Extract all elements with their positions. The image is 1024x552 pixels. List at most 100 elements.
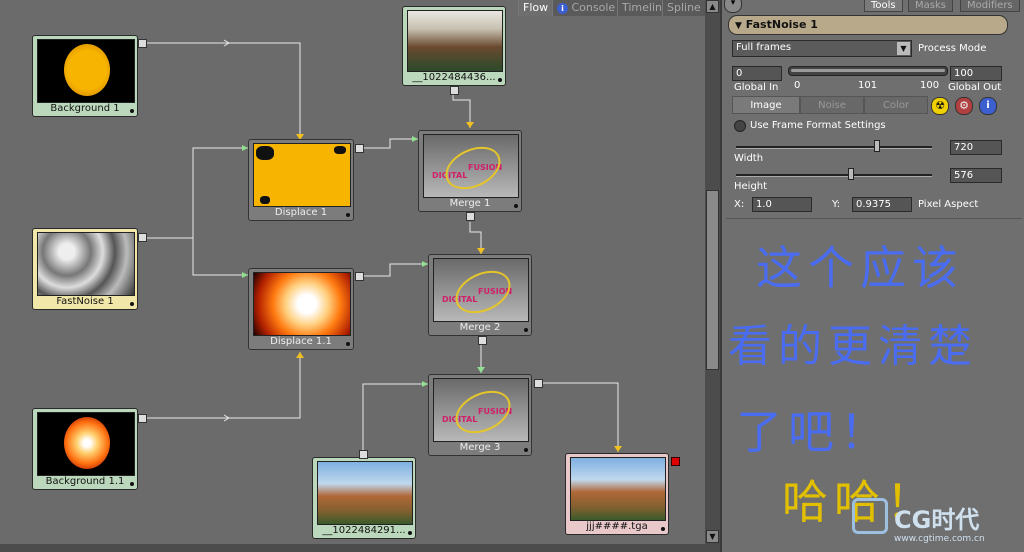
tab-console[interactable]: i Console xyxy=(552,0,620,16)
node-merge-1[interactable]: DIGITAL FUSION Merge 1 xyxy=(418,130,522,212)
height-slider[interactable] xyxy=(736,174,932,177)
node-thumbnail: DIGITAL FUSION xyxy=(433,258,529,322)
output-port[interactable] xyxy=(355,272,364,281)
saver-flag-icon xyxy=(671,457,680,466)
output-port[interactable] xyxy=(138,414,147,423)
aspect-y-field[interactable]: 0.9375 xyxy=(852,197,912,212)
node-thumbnail xyxy=(37,412,135,476)
process-mode-select[interactable]: Full frames ▼ xyxy=(732,40,912,57)
flow-view[interactable]: Flow i Console Timeline Spline Backgroun… xyxy=(0,0,705,544)
height-label: Height xyxy=(734,181,768,192)
tool-header[interactable]: ▼ FastNoise 1 xyxy=(728,15,1008,35)
node-displace-1-1[interactable]: Displace 1.1 xyxy=(248,268,354,350)
tool-name: FastNoise 1 xyxy=(745,18,818,31)
node-thumbnail: DIGITAL FUSION xyxy=(433,378,529,442)
node-thumbnail xyxy=(37,39,135,103)
output-port[interactable] xyxy=(450,86,459,95)
output-port[interactable] xyxy=(478,336,487,345)
output-dot xyxy=(498,78,502,82)
node-saver[interactable]: jjj####.tga xyxy=(565,453,669,535)
node-merge-2[interactable]: DIGITAL FUSION Merge 2 xyxy=(428,254,532,336)
node-label: Background 1.1 xyxy=(45,476,125,487)
x-label: X: xyxy=(734,199,745,210)
handwritten-note-line-3: 了吧！ xyxy=(736,405,892,459)
node-thumbnail xyxy=(570,457,666,521)
tab-color[interactable]: Color xyxy=(864,96,928,114)
output-dot xyxy=(514,204,518,208)
global-in-field[interactable]: 0 xyxy=(732,66,782,81)
output-port[interactable] xyxy=(534,379,543,388)
node-thumbnail xyxy=(407,10,503,72)
node-label: Merge 3 xyxy=(459,442,501,453)
flow-vertical-scrollbar[interactable]: ▲ ▼ xyxy=(705,0,720,544)
output-dot xyxy=(524,448,528,452)
node-label: Displace 1 xyxy=(274,207,328,218)
output-port[interactable] xyxy=(359,450,368,459)
tab-noise[interactable]: Noise xyxy=(800,96,864,114)
output-dot xyxy=(408,531,412,535)
node-thumbnail xyxy=(253,143,351,207)
node-thumbnail xyxy=(37,232,135,296)
node-label: Merge 2 xyxy=(459,322,501,333)
node-thumbnail: DIGITAL FUSION xyxy=(423,134,519,198)
output-port[interactable] xyxy=(138,233,147,242)
radioactive-icon[interactable]: ☢ xyxy=(931,97,949,115)
node-loader-bottom[interactable]: __1022484291... xyxy=(312,457,416,539)
output-dot xyxy=(346,342,350,346)
global-range-slider[interactable] xyxy=(788,66,948,76)
output-dot xyxy=(130,302,134,306)
node-background-1-1[interactable]: Background 1.1 xyxy=(32,408,138,490)
handwritten-note-line-2: 看的更清楚 xyxy=(728,321,978,372)
node-label: __1022484436... xyxy=(412,72,496,83)
node-label: __1022484291... xyxy=(322,525,406,536)
info-icon: i xyxy=(557,3,568,14)
node-displace-1[interactable]: Displace 1 xyxy=(248,139,354,221)
watermark-url: www.cgtime.com.cn xyxy=(894,534,985,544)
scroll-thumb[interactable] xyxy=(706,190,719,370)
scroll-down-button[interactable]: ▼ xyxy=(706,530,719,543)
global-in-label: Global In xyxy=(734,82,779,93)
info-icon[interactable]: i xyxy=(979,97,997,115)
output-port[interactable] xyxy=(355,144,364,153)
node-fastnoise-1[interactable]: FastNoise 1 xyxy=(32,228,138,310)
pixel-aspect-label: Pixel Aspect xyxy=(918,199,979,210)
tab-image[interactable]: Image xyxy=(732,96,800,114)
ruler-start: 0 xyxy=(794,80,801,91)
width-slider-knob[interactable] xyxy=(874,140,880,152)
process-mode-value: Full frames xyxy=(736,42,792,53)
use-frame-format-checkbox[interactable] xyxy=(734,120,746,132)
tab-modifiers[interactable]: Modifiers xyxy=(960,0,1020,12)
aspect-x-field[interactable]: 1.0 xyxy=(752,197,812,212)
height-slider-knob[interactable] xyxy=(848,168,854,180)
tab-tools[interactable]: Tools xyxy=(864,0,903,12)
tab-flow[interactable]: Flow xyxy=(518,0,553,16)
width-slider[interactable] xyxy=(736,146,932,149)
output-dot xyxy=(130,482,134,486)
flow-horizontal-scrollbar[interactable] xyxy=(0,544,720,552)
node-label: jjj####.tga xyxy=(586,521,648,532)
node-label: FastNoise 1 xyxy=(56,296,114,307)
node-background-1[interactable]: Background 1 xyxy=(32,35,138,117)
panel-divider xyxy=(726,218,1022,219)
gear-icon[interactable]: ⚙ xyxy=(955,97,973,115)
output-dot xyxy=(130,109,134,113)
node-merge-3[interactable]: DIGITAL FUSION Merge 3 xyxy=(428,374,532,456)
tab-masks[interactable]: Masks xyxy=(908,0,953,12)
output-port[interactable] xyxy=(466,212,475,221)
dropdown-arrow-icon[interactable]: ▼ xyxy=(897,42,910,55)
global-out-field[interactable]: 100 xyxy=(950,66,1002,81)
global-out-label: Global Out xyxy=(948,82,1002,93)
use-frame-format-label: Use Frame Format Settings xyxy=(750,120,886,131)
width-field[interactable]: 720 xyxy=(950,140,1002,155)
node-loader-top[interactable]: __1022484436... xyxy=(402,6,506,86)
collapse-triangle-icon: ▼ xyxy=(735,21,742,31)
scroll-up-button[interactable]: ▲ xyxy=(706,0,719,13)
tools-panel: ▾ Tools Masks Modifiers ▼ FastNoise 1 Fu… xyxy=(720,0,1024,552)
output-port[interactable] xyxy=(138,39,147,48)
node-label: Merge 1 xyxy=(449,198,491,209)
height-field[interactable]: 576 xyxy=(950,168,1002,183)
y-label: Y: xyxy=(832,199,841,210)
panel-menu-icon[interactable]: ▾ xyxy=(724,0,742,13)
tab-console-label: Console xyxy=(571,1,616,14)
tab-spline[interactable]: Spline xyxy=(662,0,705,16)
